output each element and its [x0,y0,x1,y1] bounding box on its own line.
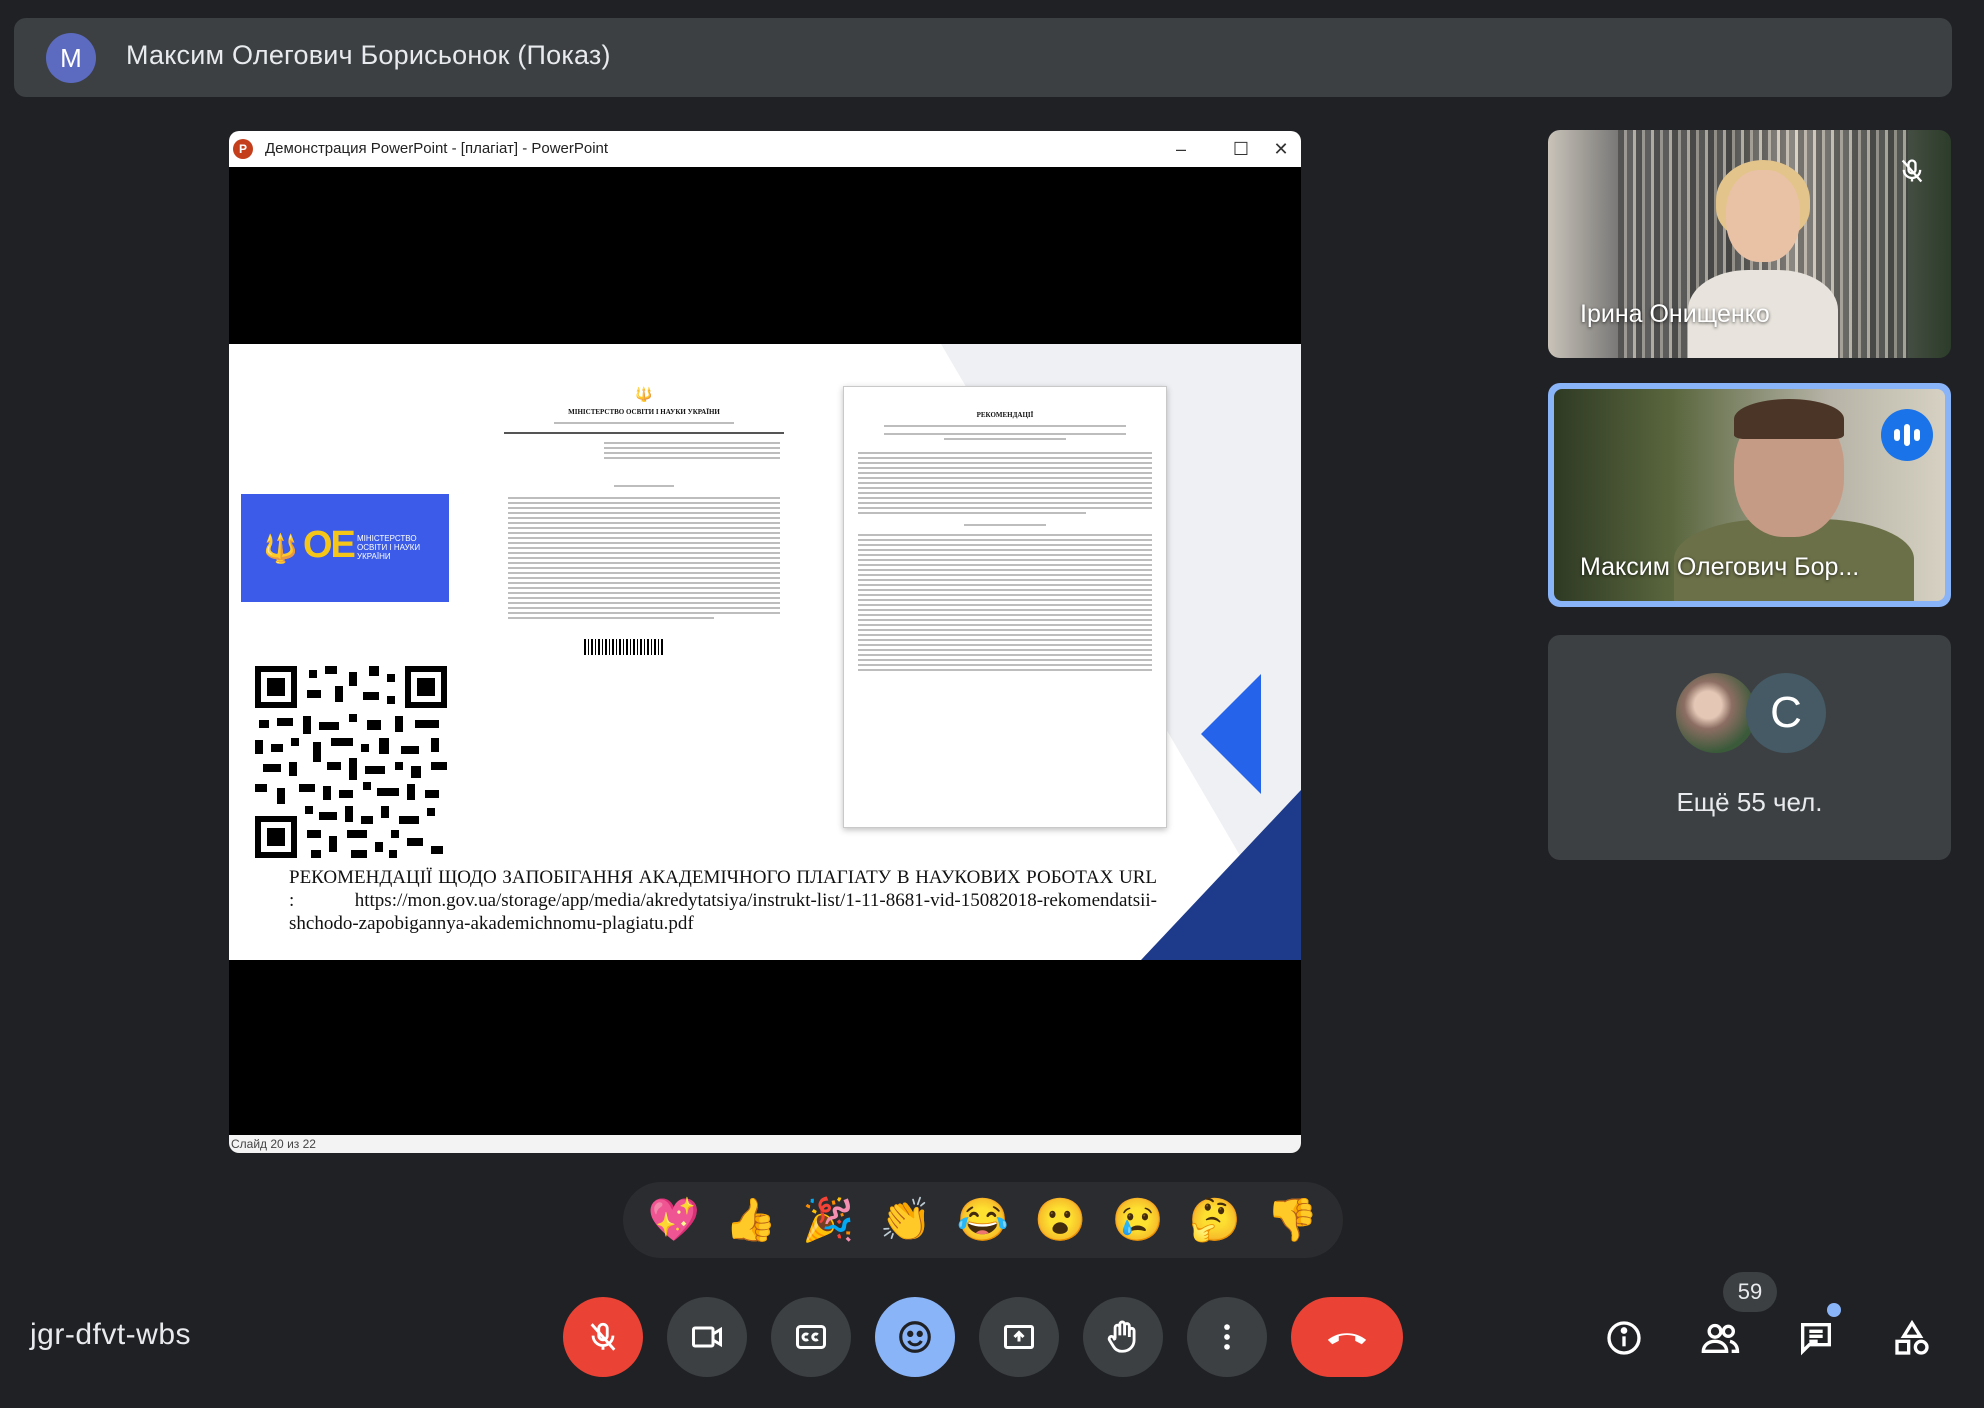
more-options-button[interactable] [1187,1297,1267,1377]
present-screen-icon [1004,1325,1034,1349]
raise-hand-button[interactable] [1083,1297,1163,1377]
microphone-button[interactable] [563,1297,643,1377]
thumbs-down-icon[interactable]: 👎 [1266,1199,1318,1241]
participants-button[interactable] [1692,1310,1748,1366]
hang-up-icon [1327,1333,1367,1345]
trident-icon: 🔱 [263,533,298,564]
speaking-indicator-icon [1881,409,1933,461]
present-button[interactable] [979,1297,1059,1377]
closed-captions-icon [796,1325,826,1349]
surprised-face-icon[interactable]: 😮 [1034,1199,1086,1241]
document-recommendations: РЕКОМЕНДАЦІЇ [843,386,1167,828]
document-heading: РЕКОМЕНДАЦІЇ [976,411,1034,419]
leave-call-button[interactable] [1291,1297,1403,1377]
info-icon [1607,1321,1641,1355]
thumbs-up-icon[interactable]: 👍 [725,1199,777,1241]
hand-icon [1107,1320,1136,1353]
shapes-icon [1895,1319,1929,1355]
coat-of-arms-icon: 🔱 [635,388,653,403]
ministry-logo: 🔱 OE Міністерство освіти і науки України [241,494,449,602]
chat-icon [1801,1323,1831,1356]
clapping-hands-icon[interactable]: 👏 [880,1199,932,1241]
close-icon: ✕ [1273,138,1289,159]
document-letter: 🔱 МІНІСТЕРСТВО ОСВІТИ І НАУКИ УКРАЇНИ [494,382,794,830]
activities-button[interactable] [1884,1310,1940,1366]
meeting-code: jgr-dfvt-wbs [30,1318,192,1351]
slide: 🔱 OE Міністерство освіти і науки України [229,344,1301,960]
chat-button[interactable] [1788,1310,1844,1366]
participant-tile[interactable]: Ірина Онищенко [1548,130,1951,358]
window-titlebar: P Демонстрация PowerPoint - [плагіат] - … [229,131,1301,167]
camera-icon [692,1326,722,1348]
presenter-title: Максим Олегович Борисьонок (Показ) [126,40,611,70]
thinking-face-icon[interactable]: 🤔 [1189,1199,1241,1241]
participant-avatar: С [1746,673,1826,753]
sparkling-heart-icon[interactable]: 💖 [648,1199,700,1241]
powerpoint-icon: P [233,139,253,159]
presenter-avatar: M [46,33,96,83]
mic-off-icon [1895,154,1929,188]
participant-avatar [1676,673,1756,753]
people-icon [1701,1323,1740,1353]
more-participants-label: Ещё 55 чел. [1676,787,1823,817]
more-vert-icon [1224,1324,1230,1350]
logo-mark: OE [303,524,356,566]
qr-code [255,666,447,858]
shared-screen: P Демонстрация PowerPoint - [плагіат] - … [229,131,1301,1153]
document-heading: МІНІСТЕРСТВО ОСВІТИ І НАУКИ УКРАЇНИ [568,408,720,416]
captions-button[interactable] [771,1297,851,1377]
logo-text: Міністерство освіти і науки України [357,534,421,561]
participant-name: Максим Олегович Бор... [1580,553,1860,581]
participant-name: Ірина Онищенко [1580,300,1770,328]
camera-button[interactable] [667,1297,747,1377]
meeting-info-button[interactable] [1596,1310,1652,1366]
window-title: Демонстрация PowerPoint - [плагіат] - Po… [265,140,609,157]
presenter-bar: M Максим Олегович Борисьонок (Показ) [14,18,1952,97]
chat-notification-dot [1827,1303,1841,1317]
slide-decoration [1201,674,1261,794]
more-participants-tile[interactable]: С Ещё 55 чел. [1548,635,1951,860]
crying-face-icon[interactable]: 😢 [1111,1199,1163,1241]
tears-of-joy-icon[interactable]: 😂 [957,1199,1009,1241]
mic-off-icon [590,1322,616,1351]
qr-code-icon [255,666,447,858]
powerpoint-statusbar: Слайд 20 из 22 [229,1135,1301,1153]
slide-caption: РЕКОМЕНДАЦІЇ ЩОДО ЗАПОБІГАННЯ АКАДЕМІЧНО… [289,867,1157,934]
barcode [584,639,664,655]
reactions-button[interactable] [875,1297,955,1377]
participant-count-badge: 59 [1723,1272,1777,1312]
minimize-icon: – [1175,138,1186,159]
reactions-bar: 💖 👍 🎉 👏 😂 😮 😢 🤔 👎 [623,1182,1343,1258]
participant-tile-active-speaker[interactable]: Максим Олегович Бор... [1548,383,1951,607]
party-popper-icon[interactable]: 🎉 [802,1199,854,1241]
maximize-icon: ☐ [1232,138,1250,159]
emoji-icon [899,1321,931,1353]
slide-counter: Слайд 20 из 22 [231,1137,316,1151]
